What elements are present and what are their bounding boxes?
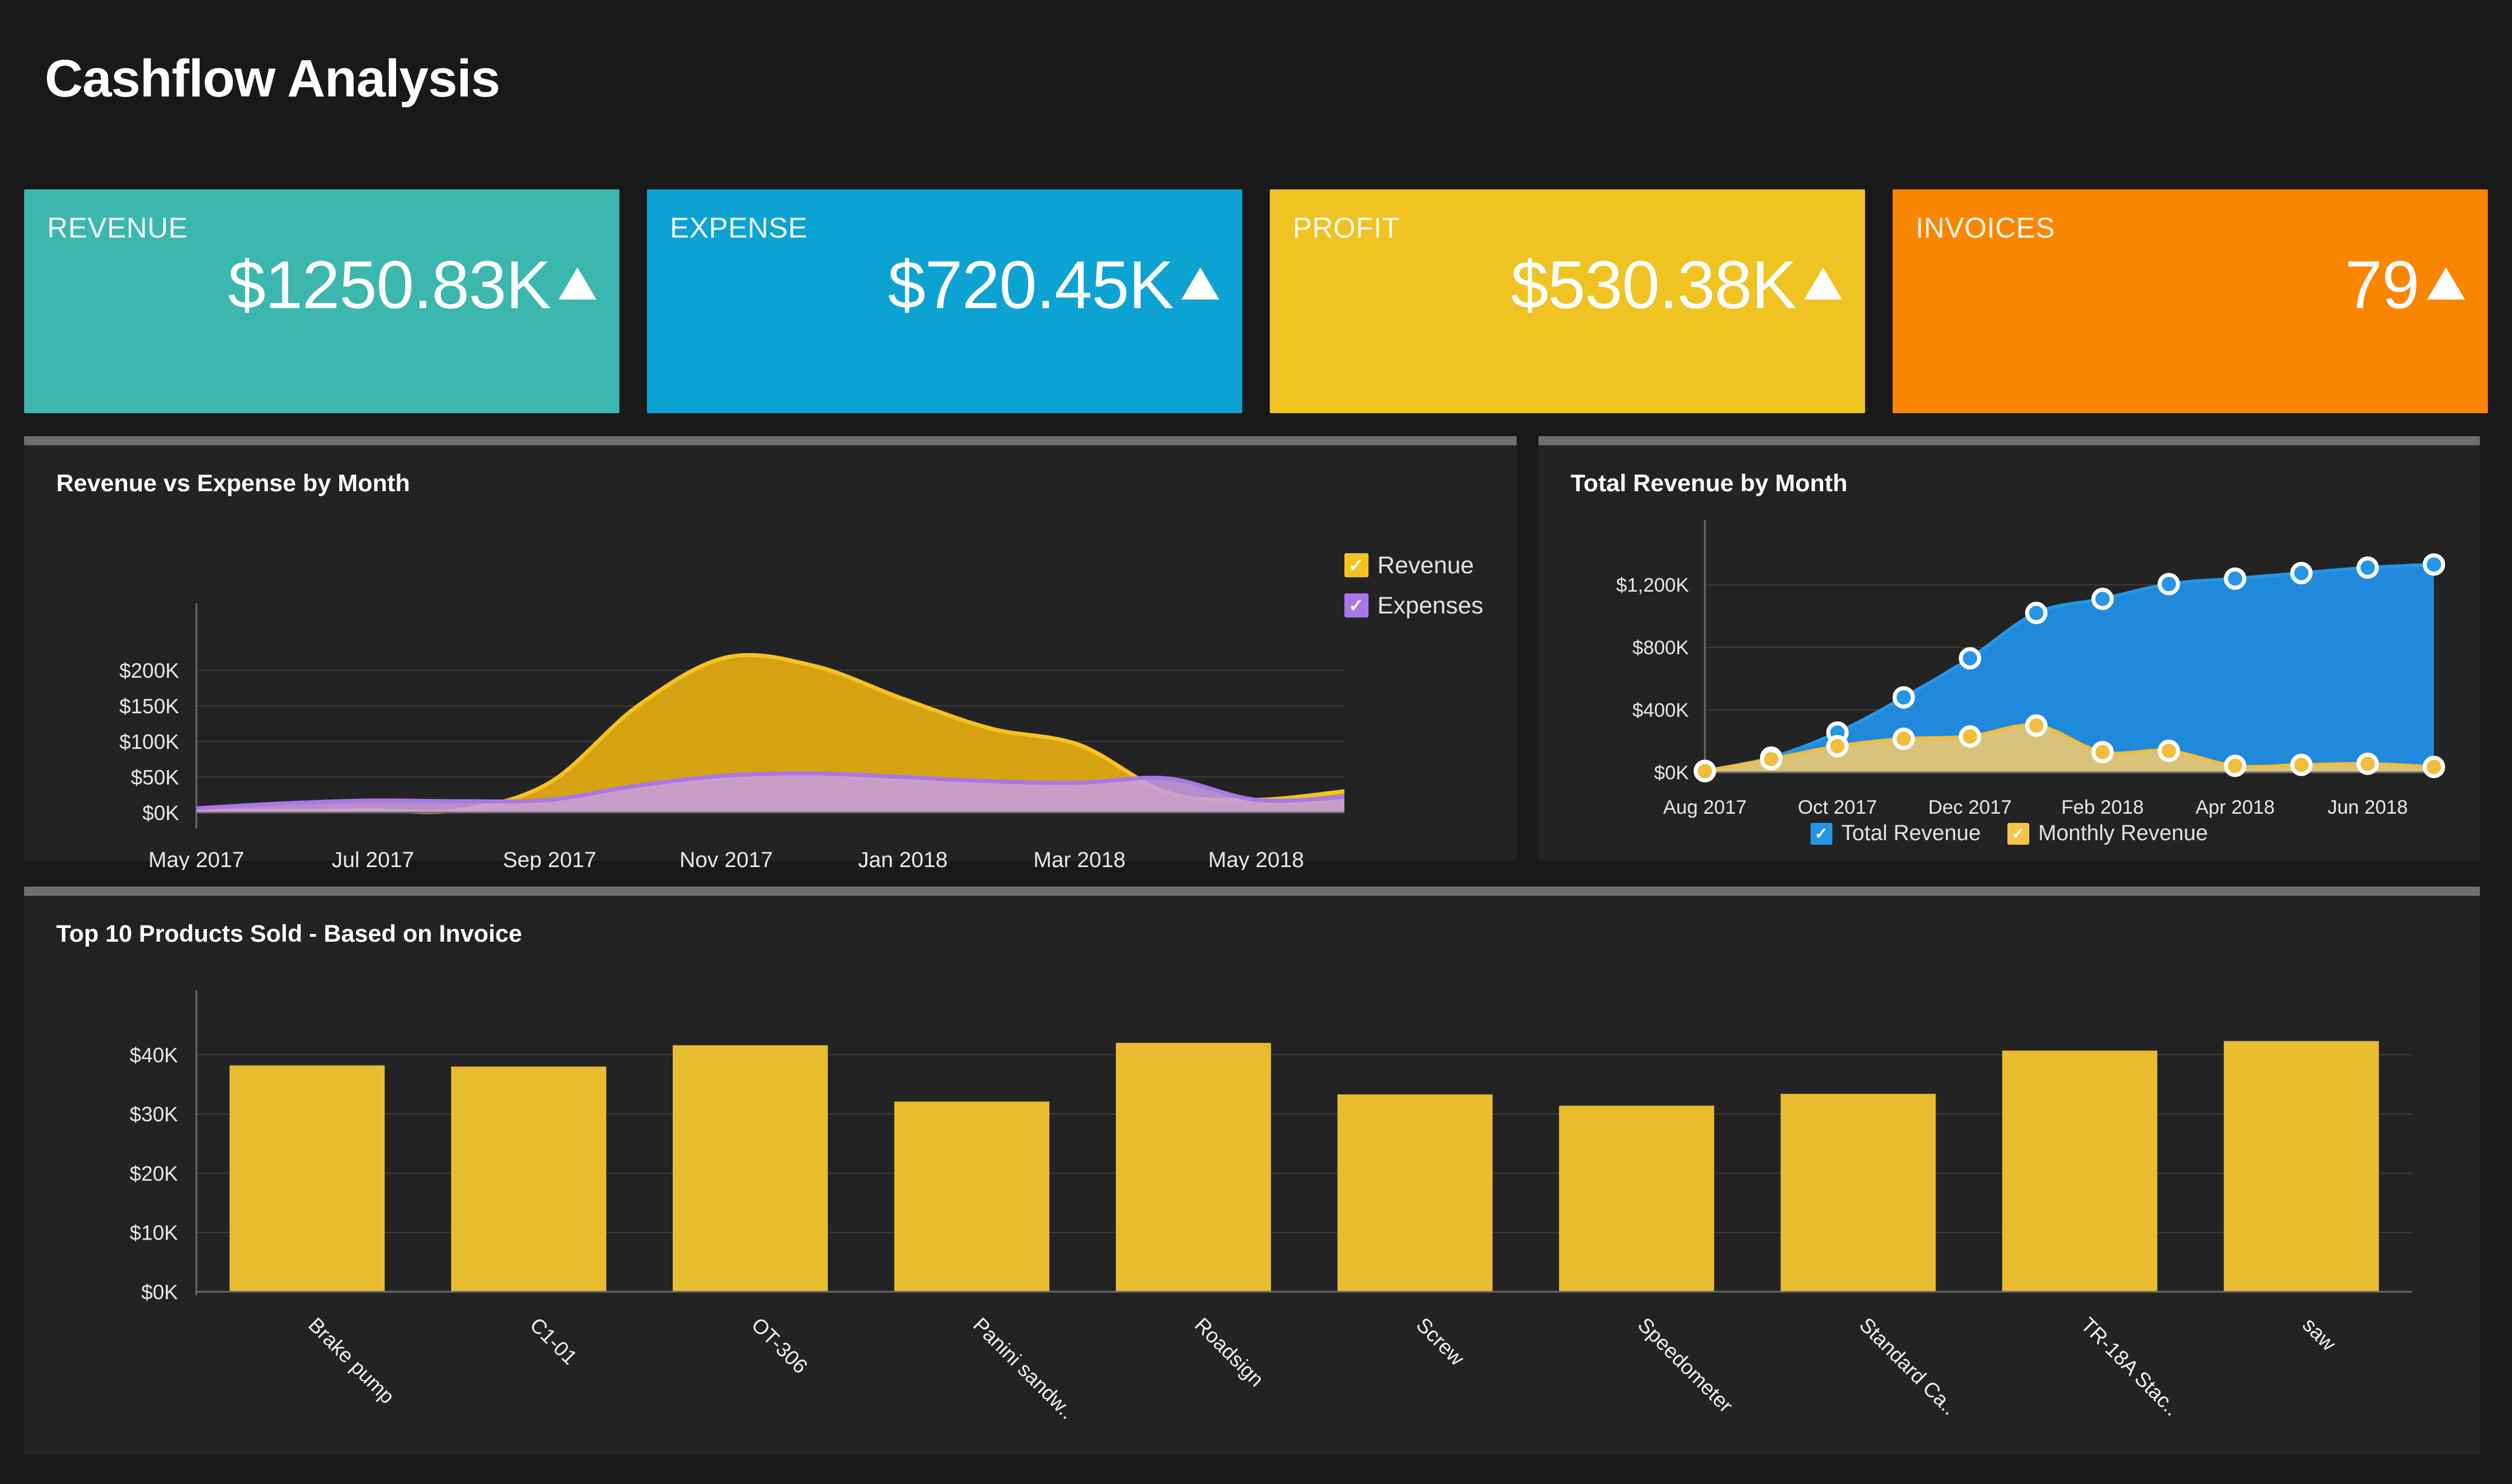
checkbox-checked-icon[interactable]: ✓	[1344, 593, 1369, 617]
svg-text:$200K: $200K	[119, 659, 179, 682]
svg-text:Jan 2018: Jan 2018	[858, 848, 948, 870]
svg-text:$400K: $400K	[1633, 700, 1689, 721]
legend-item-revenue[interactable]: ✓ Revenue	[1344, 551, 1483, 579]
kpi-label-invoices: INVOICES	[1916, 212, 2055, 244]
svg-text:Apr 2018: Apr 2018	[2196, 797, 2275, 818]
svg-text:May 2017: May 2017	[149, 848, 245, 870]
kpi-value-profit: $530.38K	[1510, 247, 1797, 323]
svg-text:Jul 2017: Jul 2017	[332, 848, 414, 870]
svg-text:$50K: $50K	[131, 766, 179, 789]
legend-item-monthly-revenue[interactable]: ✓ Monthly Revenue	[2007, 821, 2208, 846]
trend-up-arrow-icon	[1804, 267, 1842, 300]
chart-top-10-products[interactable]: $0K $10K $20K $30K $40K Brake pump C1-01 OT-306…	[24, 896, 2480, 1455]
svg-text:Mar 2018: Mar 2018	[1033, 848, 1126, 870]
chart-revenue-vs-expense-svg: $0K $50K $100K $150K $200K May 2017 Jul 2017 Se…	[119, 603, 1345, 870]
svg-text:Aug 2017: Aug 2017	[1663, 797, 1747, 818]
chart-revenue-vs-expense[interactable]: $0K $50K $100K $150K $200K May 2017 Jul 2017 Se…	[24, 445, 1517, 870]
svg-text:Oct 2017: Oct 2017	[1798, 797, 1877, 818]
kpi-card-invoices[interactable]: INVOICES 79	[1893, 189, 2488, 413]
svg-text:TR-18A Stac..: TR-18A Stac..	[2076, 1313, 2184, 1420]
chart-top-10-products-svg: $0K $10K $20K $30K $40K Brake pump C1-01 OT-306…	[130, 990, 2412, 1424]
page-title: Cashflow Analysis	[45, 49, 500, 108]
checkbox-checked-icon[interactable]: ✓	[1344, 553, 1369, 577]
bar[interactable]	[229, 1065, 385, 1292]
svg-text:$0K: $0K	[141, 1280, 178, 1304]
svg-text:Standard Ca..: Standard Ca..	[1855, 1313, 1961, 1420]
chart-total-revenue[interactable]: $0K $400K $800K $1,200K Aug 2017 Oct 2017 Dec …	[1538, 445, 2480, 861]
kpi-card-expense[interactable]: EXPENSE $720.45K	[647, 189, 1242, 413]
kpi-value-group-invoices: 79	[2345, 251, 2465, 319]
svg-text:OT-306: OT-306	[747, 1313, 812, 1378]
kpi-value-group-profit: $530.38K	[1511, 251, 1842, 319]
svg-text:$0K: $0K	[1654, 762, 1689, 784]
legend-item-expenses[interactable]: ✓ Expenses	[1344, 592, 1483, 619]
kpi-label-profit: PROFIT	[1293, 212, 1400, 244]
kpi-card-profit[interactable]: PROFIT $530.38K	[1270, 189, 1865, 413]
bar[interactable]	[451, 1066, 607, 1292]
panel-top-10-products[interactable]: Top 10 Products Sold - Based on Invoice …	[24, 887, 2480, 1455]
kpi-label-revenue: REVENUE	[47, 212, 188, 244]
checkbox-checked-icon[interactable]: ✓	[1810, 822, 1832, 845]
dashboard-root: Cashflow Analysis REVENUE $1250.83K EXPE…	[0, 0, 2512, 1484]
svg-text:$150K: $150K	[119, 694, 179, 718]
trend-up-arrow-icon	[559, 267, 596, 300]
legend-label-revenue: Revenue	[1377, 551, 1474, 578]
svg-text:Jun 2018: Jun 2018	[2328, 797, 2408, 818]
svg-text:Dec 2017: Dec 2017	[1928, 797, 2012, 818]
svg-text:C1-01: C1-01	[525, 1313, 582, 1369]
kpi-value-group-expense: $720.45K	[888, 251, 1219, 319]
checkbox-checked-icon[interactable]: ✓	[2007, 822, 2029, 845]
legend-total-revenue[interactable]: ✓ Total Revenue ✓ Monthly Revenue	[1538, 821, 2480, 846]
svg-text:$800K: $800K	[1633, 637, 1689, 659]
panel-total-revenue[interactable]: Total Revenue by Month $0K $400K $800K $1,2…	[1538, 436, 2480, 861]
svg-text:$30K: $30K	[130, 1102, 178, 1126]
svg-text:May 2018: May 2018	[1208, 848, 1304, 870]
svg-text:$10K: $10K	[130, 1221, 178, 1245]
legend-label-total-revenue: Total Revenue	[1841, 821, 1981, 845]
bar[interactable]	[1780, 1094, 1936, 1292]
bar[interactable]	[1337, 1094, 1493, 1292]
svg-text:Nov 2017: Nov 2017	[680, 848, 773, 870]
svg-text:Sep 2017: Sep 2017	[503, 848, 596, 870]
bar[interactable]	[2223, 1041, 2379, 1292]
legend-label-expenses: Expenses	[1377, 592, 1483, 619]
kpi-value-group-revenue: $1250.83K	[228, 251, 596, 319]
svg-text:Screw: Screw	[1412, 1313, 1469, 1370]
svg-text:$20K: $20K	[130, 1161, 178, 1185]
panel-revenue-vs-expense[interactable]: Revenue vs Expense by Month $0K $50K $100K…	[24, 436, 1517, 870]
legend-label-monthly-revenue: Monthly Revenue	[2038, 821, 2208, 845]
kpi-card-row: REVENUE $1250.83K EXPENSE $720.45K PROFI…	[24, 189, 2488, 413]
bar[interactable]	[672, 1045, 828, 1292]
svg-text:Panini sandw..: Panini sandw..	[968, 1313, 1079, 1424]
bar[interactable]	[894, 1101, 1050, 1292]
legend-revenue-vs-expense[interactable]: ✓ Revenue ✓ Expenses	[1344, 551, 1483, 619]
svg-text:$1,200K: $1,200K	[1616, 574, 1689, 596]
svg-text:Roadsign: Roadsign	[1190, 1313, 1269, 1392]
kpi-value-expense: $720.45K	[887, 247, 1174, 323]
svg-text:Feb 2018: Feb 2018	[2061, 797, 2144, 818]
svg-text:saw: saw	[2298, 1313, 2341, 1356]
chart-total-revenue-svg: $0K $400K $800K $1,200K Aug 2017 Oct 2017 Dec …	[1616, 520, 2445, 818]
svg-text:$40K: $40K	[130, 1043, 178, 1067]
kpi-value-invoices: 79	[2344, 247, 2420, 323]
bar[interactable]	[2002, 1050, 2158, 1292]
svg-text:Speedometer: Speedometer	[1633, 1313, 1738, 1417]
trend-up-arrow-icon	[2427, 267, 2465, 300]
svg-text:$0K: $0K	[142, 801, 179, 825]
kpi-value-revenue: $1250.83K	[228, 247, 551, 323]
legend-item-total-revenue[interactable]: ✓ Total Revenue	[1810, 821, 1981, 846]
svg-text:$100K: $100K	[119, 730, 179, 753]
bar[interactable]	[1559, 1105, 1715, 1292]
svg-text:Brake pump: Brake pump	[304, 1313, 399, 1408]
kpi-card-revenue[interactable]: REVENUE $1250.83K	[24, 189, 619, 413]
bar[interactable]	[1115, 1043, 1271, 1292]
kpi-label-expense: EXPENSE	[670, 212, 808, 244]
trend-up-arrow-icon	[1181, 267, 1219, 300]
